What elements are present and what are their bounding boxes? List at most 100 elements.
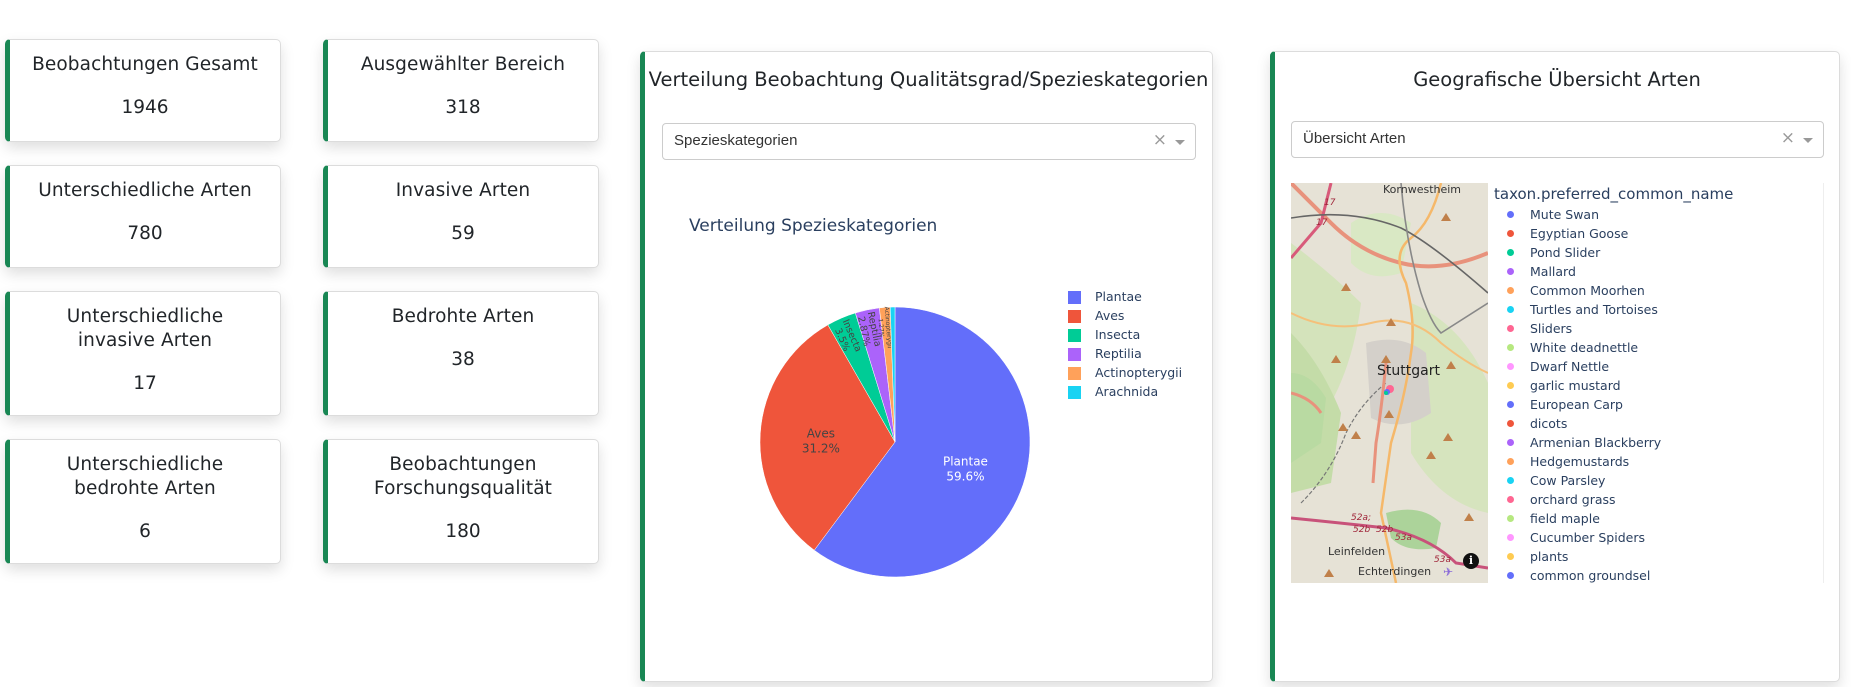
legend-dot-icon (1507, 572, 1514, 579)
legend-dot-icon (1507, 477, 1514, 484)
legend-dot-icon (1507, 382, 1514, 389)
map-label-road-52b: 52b (1353, 525, 1371, 535)
map-legend-item[interactable]: European Carp (1507, 397, 1623, 412)
legend-item-arachnida[interactable]: Arachnida (1095, 384, 1158, 399)
legend-dot-icon (1507, 306, 1514, 313)
map-legend-item[interactable]: field maple (1507, 511, 1600, 526)
legend-swatch-actinopterygii[interactable] (1068, 367, 1081, 380)
stat-card-invasive-species: Invasive Arten 59 (323, 165, 599, 268)
map-legend-item[interactable]: Dwarf Nettle (1507, 359, 1609, 374)
stat-value: 17 (133, 373, 157, 394)
map-legend-label: Common Moorhen (1530, 283, 1645, 298)
stat-title: Invasive Arten (395, 180, 531, 201)
map-legend-label: orchard grass (1530, 492, 1616, 507)
map-legend-item[interactable]: Pond Slider (1507, 245, 1600, 260)
legend-dot-icon (1507, 211, 1514, 218)
map-legend-item[interactable]: dicots (1507, 416, 1567, 431)
map-label-echterdingen: Echterdingen (1358, 565, 1432, 578)
map-legend-label: Mallard (1530, 264, 1576, 279)
legend-dot-icon (1507, 287, 1514, 294)
map-legend-item[interactable]: Sliders (1507, 321, 1572, 336)
legend-item-plantae[interactable]: Plantae (1095, 289, 1142, 304)
stat-value: 38 (451, 349, 475, 370)
map-legend-item[interactable]: plants (1507, 549, 1568, 564)
clear-icon[interactable]: × (1153, 130, 1167, 150)
stat-card-threatened-species: Bedrohte Arten 38 (323, 291, 599, 416)
map-legend-label: Turtles and Tortoises (1530, 302, 1658, 317)
species-map[interactable]: Kornwestheim Stuttgart Leinfelden Echter… (1291, 183, 1488, 583)
map-legend-label: Mute Swan (1530, 207, 1600, 222)
stat-title: Unterschiedliche Arten (38, 180, 252, 201)
chevron-down-icon[interactable] (1175, 140, 1185, 145)
legend-swatch-insecta[interactable] (1068, 329, 1081, 342)
map-legend-label: Egyptian Goose (1530, 226, 1629, 241)
clear-icon[interactable]: × (1781, 128, 1795, 148)
map-label-road-17: 17 (1316, 218, 1328, 228)
legend-dot-icon (1507, 496, 1514, 503)
species-overview-dropdown[interactable]: Übersicht Arten × (1291, 121, 1824, 158)
map-legend-item[interactable]: common groundsel (1507, 568, 1650, 583)
legend-swatch-reptilia[interactable] (1068, 348, 1081, 361)
map-legend-item[interactable]: Egyptian Goose (1507, 226, 1628, 241)
legend-item-reptilia[interactable]: Reptilia (1095, 346, 1142, 361)
legend-swatch-aves[interactable] (1068, 310, 1081, 323)
legend-dot-icon (1507, 534, 1514, 541)
map-legend-item[interactable]: garlic mustard (1507, 378, 1621, 393)
map-legend-item[interactable]: Common Moorhen (1507, 283, 1645, 298)
map-legend-item[interactable]: Armenian Blackberry (1507, 435, 1661, 450)
legend-swatch-arachnida[interactable] (1068, 386, 1081, 399)
stat-value: 59 (451, 223, 475, 244)
stat-card-selected-area: Ausgewählter Bereich 318 (323, 39, 599, 142)
dropdown-value: Übersicht Arten (1303, 130, 1406, 147)
map-legend-title: taxon.preferred_common_name (1494, 185, 1734, 203)
legend-dot-icon (1507, 420, 1514, 427)
pie-label-aves: Aves 31.2% (802, 427, 840, 456)
map-legend-label: common groundsel (1530, 568, 1651, 583)
map-legend-item[interactable]: orchard grass (1507, 492, 1616, 507)
legend-dot-icon (1507, 268, 1514, 275)
pie-label-plantae: Plantae 59.6% (943, 454, 988, 483)
stat-value: 780 (127, 223, 163, 244)
distribution-card-title: Verteilung Beobachtung Qualitätsgrad/Spe… (648, 68, 1209, 91)
map-label-leinfelden: Leinfelden (1328, 545, 1386, 558)
stat-title: Bedrohte Arten (391, 306, 535, 327)
map-legend-label: Hedgemustards (1530, 454, 1630, 469)
map-legend-item[interactable]: Hedgemustards (1507, 454, 1629, 469)
legend-item-actinopterygii[interactable]: Actinopterygii (1095, 365, 1182, 380)
map-label-kornwestheim: Kornwestheim (1383, 183, 1462, 196)
map-legend-label: Sliders (1530, 321, 1573, 336)
legend-dot-icon (1507, 363, 1514, 370)
info-icon[interactable]: i (1463, 553, 1479, 569)
map-legend-item[interactable]: Turtles and Tortoises (1507, 302, 1658, 317)
legend-dot-icon (1507, 249, 1514, 256)
category-dropdown[interactable]: Spezieskategorien × (662, 123, 1196, 160)
stat-title: Beobachtungen Forschungsqualität (373, 454, 552, 499)
map-legend-label: plants (1530, 549, 1569, 564)
legend-dot-icon (1507, 230, 1514, 237)
legend-item-aves[interactable]: Aves (1095, 308, 1124, 323)
chevron-down-icon[interactable] (1803, 138, 1813, 143)
stat-card-observations-total: Beobachtungen Gesamt 1946 (5, 39, 281, 142)
map-legend-item[interactable]: Mute Swan (1507, 207, 1599, 222)
stat-title: Ausgewählter Bereich (360, 54, 566, 75)
map-label-road-17: 17 (1324, 198, 1336, 208)
map-label-road-53a: 53a (1434, 555, 1451, 565)
map-legend-item[interactable]: Cucumber Spiders (1507, 530, 1645, 545)
map-legend-label: dicots (1530, 416, 1568, 431)
map-label-road-52b: 52b (1376, 525, 1394, 535)
stat-title: Beobachtungen Gesamt (32, 54, 258, 75)
stat-card-research-grade: Beobachtungen Forschungsqualität 180 (323, 439, 599, 564)
legend-swatch-plantae[interactable] (1068, 291, 1081, 304)
legend-item-insecta[interactable]: Insecta (1095, 327, 1140, 342)
map-legend-label: garlic mustard (1530, 378, 1621, 393)
map-legend-item[interactable]: Mallard (1507, 264, 1576, 279)
stat-card-distinct-species: Unterschiedliche Arten 780 (5, 165, 281, 268)
map-legend-item[interactable]: White deadnettle (1507, 340, 1638, 355)
airport-icon: ✈ (1443, 565, 1454, 579)
map-legend-label: Cow Parsley (1530, 473, 1606, 488)
pie-chart[interactable]: Plantae 59.6%Aves 31.2%Insecta3.5% Reptilia… (740, 270, 1050, 610)
map-legend-label: Armenian Blackberry (1530, 435, 1662, 450)
map-legend-label: White deadnettle (1530, 340, 1639, 355)
map-tiles (1291, 183, 1488, 583)
map-legend-item[interactable]: Cow Parsley (1507, 473, 1605, 488)
